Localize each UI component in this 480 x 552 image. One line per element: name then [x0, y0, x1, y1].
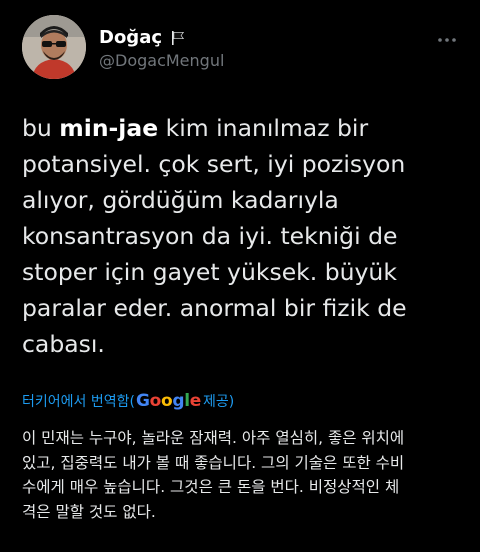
translate-label-suffix: 제공) [203, 394, 235, 410]
tweet-text-rest: kim inanılmaz bir potansiyel. çok sert, … [22, 114, 407, 358]
avatar[interactable] [22, 15, 86, 79]
author-name[interactable]: Doğaç [99, 27, 186, 49]
translated-text: 이 민재는 누구야, 놀라운 잠재력. 아주 열심히, 좋은 위치에 있고, 집… [22, 429, 405, 521]
author-handle[interactable]: @DogacMengul [99, 51, 224, 71]
translate-label-prefix: 터키어에서 번역함( [22, 394, 135, 410]
more-button[interactable] [433, 26, 461, 46]
author-name-label: Doğaç [99, 27, 163, 48]
mention: min-jae [59, 114, 159, 142]
tweet: Doğaç @DogacMengul bu min-jae kim inanıl… [0, 0, 480, 552]
tweet-text: bu min-jae kim inanılmaz bir potansiyel.… [22, 110, 462, 362]
avatar-image [22, 15, 86, 79]
translate-link[interactable]: 터키어에서 번역함( Google 제공) [22, 390, 234, 412]
black-flag-icon [170, 30, 186, 46]
more-dots-icon [437, 24, 457, 48]
tweet-text-start: bu [22, 114, 60, 142]
google-logo: Google [135, 391, 202, 411]
